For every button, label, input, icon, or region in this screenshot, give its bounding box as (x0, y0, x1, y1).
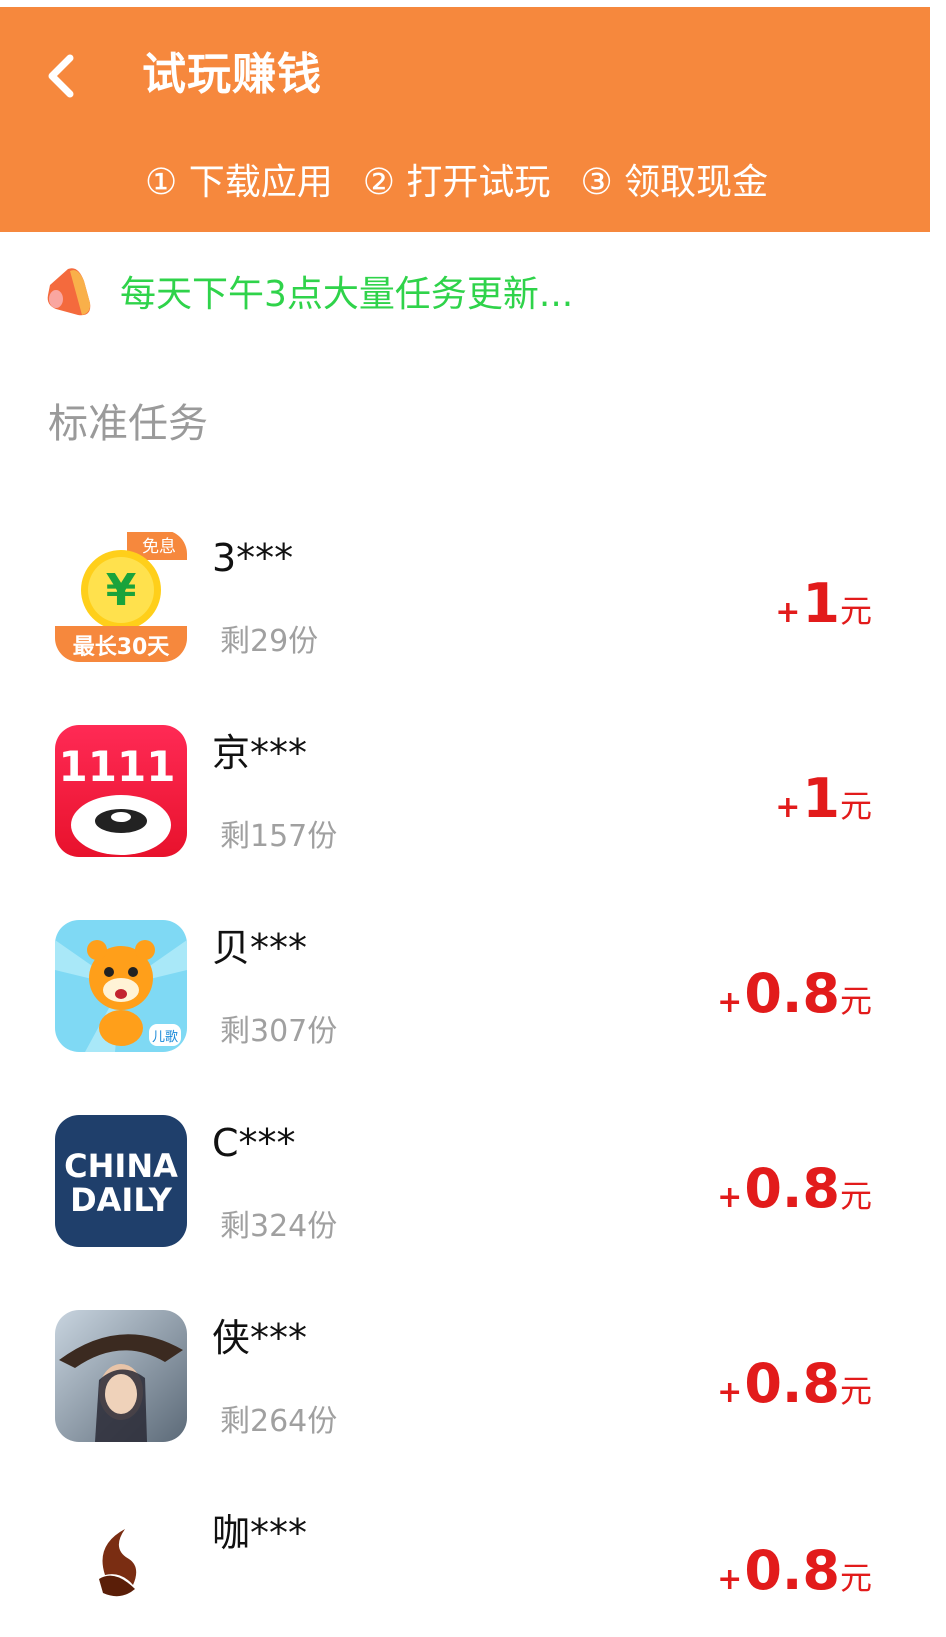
reward-value: 0.8 (744, 962, 840, 1025)
step-download: ① 下载应用 (145, 162, 333, 203)
reward-unit: 元 (839, 1372, 872, 1410)
reward-plus: + (775, 595, 801, 630)
yuan-coin-app-icon: 免息 ¥ 最长30天 (55, 530, 187, 662)
steps-guide: ① 下载应用 ② 打开试玩 ③ 领取现金 (145, 155, 768, 211)
task-remaining: 剩324份 (220, 1209, 338, 1244)
reward-unit: 元 (839, 1177, 872, 1215)
task-row[interactable]: 侠*** 剩264份 + 0.8 元 (0, 1310, 930, 1505)
step-open-trial: ② 打开试玩 (362, 162, 551, 203)
top-header: 试玩赚钱 ① 下载应用 ② 打开试玩 ③ 领取现金 (0, 7, 930, 232)
reward-value: 0.8 (744, 1352, 840, 1415)
notice-bar: 每天下午3点大量任务更新... (44, 258, 573, 324)
reward-amount: + 0.8 元 (717, 1539, 872, 1602)
reward-plus: + (717, 985, 743, 1020)
reward-unit: 元 (839, 1559, 872, 1597)
task-row[interactable]: 免息 ¥ 最长30天 3*** 剩29份 + 1 元 (0, 530, 930, 725)
task-row[interactable]: CHINA DAILY C*** 剩324份 + 0.8 元 (0, 1115, 930, 1310)
reward-value: 0.8 (744, 1539, 840, 1602)
swordsman-game-app-icon (55, 1310, 187, 1442)
step-claim-cash: ③ 领取现金 (580, 162, 769, 203)
svg-text:¥: ¥ (106, 565, 137, 616)
task-remaining: 剩157份 (220, 819, 338, 854)
reward-plus: + (775, 790, 801, 825)
task-remaining: 剩307份 (220, 1014, 338, 1049)
reward-amount: + 0.8 元 (717, 1157, 872, 1220)
task-row[interactable]: 儿歌 贝*** 剩307份 + 0.8 元 (0, 920, 930, 1115)
icon-badge-text: CHINA (64, 1147, 178, 1185)
reward-unit: 元 (839, 787, 872, 825)
reward-amount: + 1 元 (775, 572, 872, 635)
task-name: 京*** (212, 731, 308, 775)
reward-amount: + 0.8 元 (717, 962, 872, 1025)
task-name: 咖*** (212, 1511, 308, 1555)
reward-plus: + (717, 1180, 743, 1215)
icon-badge-text: 1111 (59, 742, 176, 791)
task-name: 3*** (212, 536, 294, 580)
task-remaining: 剩264份 (220, 1404, 338, 1439)
icon-badge-text: 免息 (142, 537, 176, 557)
coffee-app-icon (55, 1505, 187, 1637)
task-row[interactable]: 咖*** + 0.8 元 (0, 1505, 930, 1637)
task-remaining: 剩29份 (220, 624, 319, 659)
reward-value: 1 (802, 767, 840, 830)
page-title: 试玩赚钱 (142, 49, 322, 100)
task-name: 侠*** (212, 1316, 308, 1360)
jd-1111-app-icon: 1111 (55, 725, 187, 857)
reward-unit: 元 (839, 592, 872, 630)
task-row[interactable]: 1111 京*** 剩157份 + 1 元 (0, 725, 930, 920)
reward-value: 1 (802, 572, 840, 635)
reward-plus: + (717, 1562, 743, 1597)
reward-amount: + 1 元 (775, 767, 872, 830)
section-title: 标准任务 (48, 401, 208, 447)
reward-plus: + (717, 1375, 743, 1410)
china-daily-app-icon: CHINA DAILY (55, 1115, 187, 1247)
reward-unit: 元 (839, 982, 872, 1020)
reward-amount: + 0.8 元 (717, 1352, 872, 1415)
icon-badge-text: 儿歌 (152, 1030, 178, 1045)
icon-badge-text: DAILY (70, 1181, 173, 1219)
task-name: C*** (212, 1121, 296, 1165)
chevron-left-icon (48, 54, 74, 98)
speaker-icon (47, 268, 91, 316)
notice-text: 每天下午3点大量任务更新... (120, 274, 574, 315)
reward-value: 0.8 (744, 1157, 840, 1220)
task-name: 贝*** (212, 926, 308, 970)
tiger-app-icon: 儿歌 (55, 920, 187, 1052)
back-button[interactable] (36, 47, 86, 105)
icon-badge-text: 最长30天 (73, 635, 171, 660)
